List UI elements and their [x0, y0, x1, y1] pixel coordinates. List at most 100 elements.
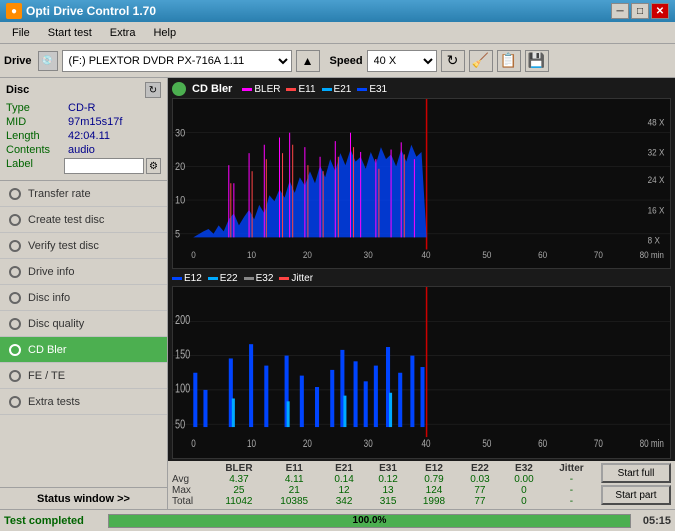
- status-text: Test completed: [4, 515, 104, 527]
- stats-header-e12: E12: [410, 463, 458, 474]
- nav-create-test-disc[interactable]: Create test disc: [0, 207, 167, 233]
- disc-mid-label: MID: [6, 116, 68, 128]
- nav-extra-tests[interactable]: Extra tests: [0, 389, 167, 415]
- legend-e31-color: [357, 88, 367, 91]
- svg-text:30: 30: [364, 249, 373, 260]
- stats-total-e22: 77: [458, 496, 502, 507]
- nav-fe-te-label: FE / TE: [28, 370, 65, 382]
- nav-items: Transfer rate Create test disc Verify te…: [0, 181, 167, 487]
- copy-button[interactable]: 📋: [497, 50, 521, 72]
- nav-cd-bler[interactable]: CD Bler: [0, 337, 167, 363]
- menu-extra[interactable]: Extra: [102, 25, 144, 41]
- svg-text:100: 100: [175, 382, 190, 396]
- stats-total-e21: 342: [322, 496, 366, 507]
- stats-avg-e22: 0.03: [458, 474, 502, 485]
- statusbar: Test completed 100.0% 05:15: [0, 509, 675, 531]
- stats-header-e32: E32: [502, 463, 546, 474]
- status-window-button[interactable]: Status window >>: [0, 487, 167, 509]
- svg-text:50: 50: [482, 249, 491, 260]
- menu-start-test[interactable]: Start test: [40, 25, 100, 41]
- nav-transfer-rate[interactable]: Transfer rate: [0, 181, 167, 207]
- svg-text:30: 30: [175, 128, 186, 140]
- disc-panel: Disc ↻ Type CD-R MID 97m15s17f Length 42…: [0, 78, 167, 181]
- erase-button[interactable]: 🧹: [469, 50, 493, 72]
- start-full-button[interactable]: Start full: [601, 463, 671, 483]
- svg-text:70: 70: [594, 437, 603, 450]
- svg-text:50: 50: [175, 418, 185, 432]
- stats-header-jitter: Jitter: [546, 463, 597, 474]
- svg-text:32 X: 32 X: [648, 147, 665, 158]
- nav-disc-info-label: Disc info: [28, 292, 70, 304]
- svg-text:50: 50: [482, 437, 491, 450]
- drive-select[interactable]: (F:) PLEXTOR DVDR PX-716A 1.11: [62, 50, 292, 72]
- stats-header-bler: BLER: [212, 463, 267, 474]
- stats-total-e11: 10385: [266, 496, 322, 507]
- svg-text:0: 0: [191, 437, 196, 450]
- drive-label: Drive: [4, 55, 32, 67]
- svg-text:60: 60: [538, 437, 547, 450]
- stats-table: BLER E11 E21 E31 E12 E22 E32 Jitter Avg …: [168, 463, 597, 507]
- refresh-button[interactable]: ↻: [441, 50, 465, 72]
- legend-e12: E12: [172, 273, 202, 284]
- stats-total-jitter: -: [546, 496, 597, 507]
- nav-fe-te[interactable]: FE / TE: [0, 363, 167, 389]
- stats-total-label: Total: [168, 496, 212, 507]
- disc-refresh-button[interactable]: ↻: [145, 82, 161, 98]
- close-button[interactable]: ✕: [651, 3, 669, 19]
- stats-header-empty: [168, 463, 212, 474]
- disc-label-settings-button[interactable]: ⚙: [146, 158, 161, 174]
- nav-disc-quality[interactable]: Disc quality: [0, 311, 167, 337]
- stats-max-bler: 25: [212, 485, 267, 496]
- speed-select[interactable]: 40 X: [367, 50, 437, 72]
- nav-transfer-rate-icon: [8, 187, 22, 201]
- stats-total-bler: 11042: [212, 496, 267, 507]
- svg-text:150: 150: [175, 348, 190, 362]
- legend-e32-color: [244, 277, 254, 280]
- disc-contents-row: Contents audio: [6, 144, 161, 156]
- chart1-titlebar: CD Bler BLER E11 E21: [172, 82, 671, 96]
- stats-avg-jitter: -: [546, 474, 597, 485]
- stats-avg-e32: 0.00: [502, 474, 546, 485]
- menu-file[interactable]: File: [4, 25, 38, 41]
- stats-total-e32: 0: [502, 496, 546, 507]
- svg-text:80 min: 80 min: [640, 249, 664, 260]
- speed-label: Speed: [330, 55, 363, 67]
- disc-label-input[interactable]: [64, 158, 144, 174]
- save-button[interactable]: 💾: [525, 50, 549, 72]
- nav-verify-label: Verify test disc: [28, 240, 99, 252]
- eject-button[interactable]: ▲: [296, 50, 320, 72]
- maximize-button[interactable]: □: [631, 3, 649, 19]
- menu-help[interactable]: Help: [145, 25, 184, 41]
- nav-disc-info[interactable]: Disc info: [0, 285, 167, 311]
- nav-disc-quality-icon: [8, 317, 22, 331]
- chart2-legend: E12 E22 E32 Jitter: [172, 273, 313, 284]
- start-part-button[interactable]: Start part: [601, 485, 671, 505]
- legend-e12-color: [172, 277, 182, 280]
- stats-avg-row: Avg 4.37 4.11 0.14 0.12 0.79 0.03 0.00 -: [168, 474, 597, 485]
- legend-jitter-color: [279, 277, 289, 280]
- stats-max-jitter: -: [546, 485, 597, 496]
- nav-create-label: Create test disc: [28, 214, 104, 226]
- legend-e21-label: E21: [334, 84, 352, 95]
- stats-max-e31: 13: [366, 485, 410, 496]
- minimize-button[interactable]: ─: [611, 3, 629, 19]
- svg-text:20: 20: [303, 437, 312, 450]
- nav-create-icon: [8, 213, 22, 227]
- stats-avg-label: Avg: [168, 474, 212, 485]
- nav-verify-test-disc[interactable]: Verify test disc: [0, 233, 167, 259]
- svg-text:40: 40: [422, 249, 431, 260]
- toolbar: Drive 💿 (F:) PLEXTOR DVDR PX-716A 1.11 ▲…: [0, 44, 675, 78]
- nav-drive-info[interactable]: Drive info: [0, 259, 167, 285]
- legend-e21: E21: [322, 84, 352, 95]
- stats-area: BLER E11 E21 E31 E12 E22 E32 Jitter Avg …: [168, 461, 675, 509]
- disc-length-value: 42:04.11: [68, 130, 110, 142]
- stats-avg-e31: 0.12: [366, 474, 410, 485]
- legend-e32-label: E32: [256, 273, 274, 284]
- stats-header-e11: E11: [266, 463, 322, 474]
- svg-text:10: 10: [175, 195, 186, 207]
- titlebar-title: Opti Drive Control 1.70: [26, 4, 156, 18]
- svg-text:70: 70: [594, 249, 603, 260]
- sidebar: Disc ↻ Type CD-R MID 97m15s17f Length 42…: [0, 78, 168, 509]
- legend-jitter-label: Jitter: [291, 273, 313, 284]
- chart2-titlebar: E12 E22 E32 Jitter: [172, 273, 671, 284]
